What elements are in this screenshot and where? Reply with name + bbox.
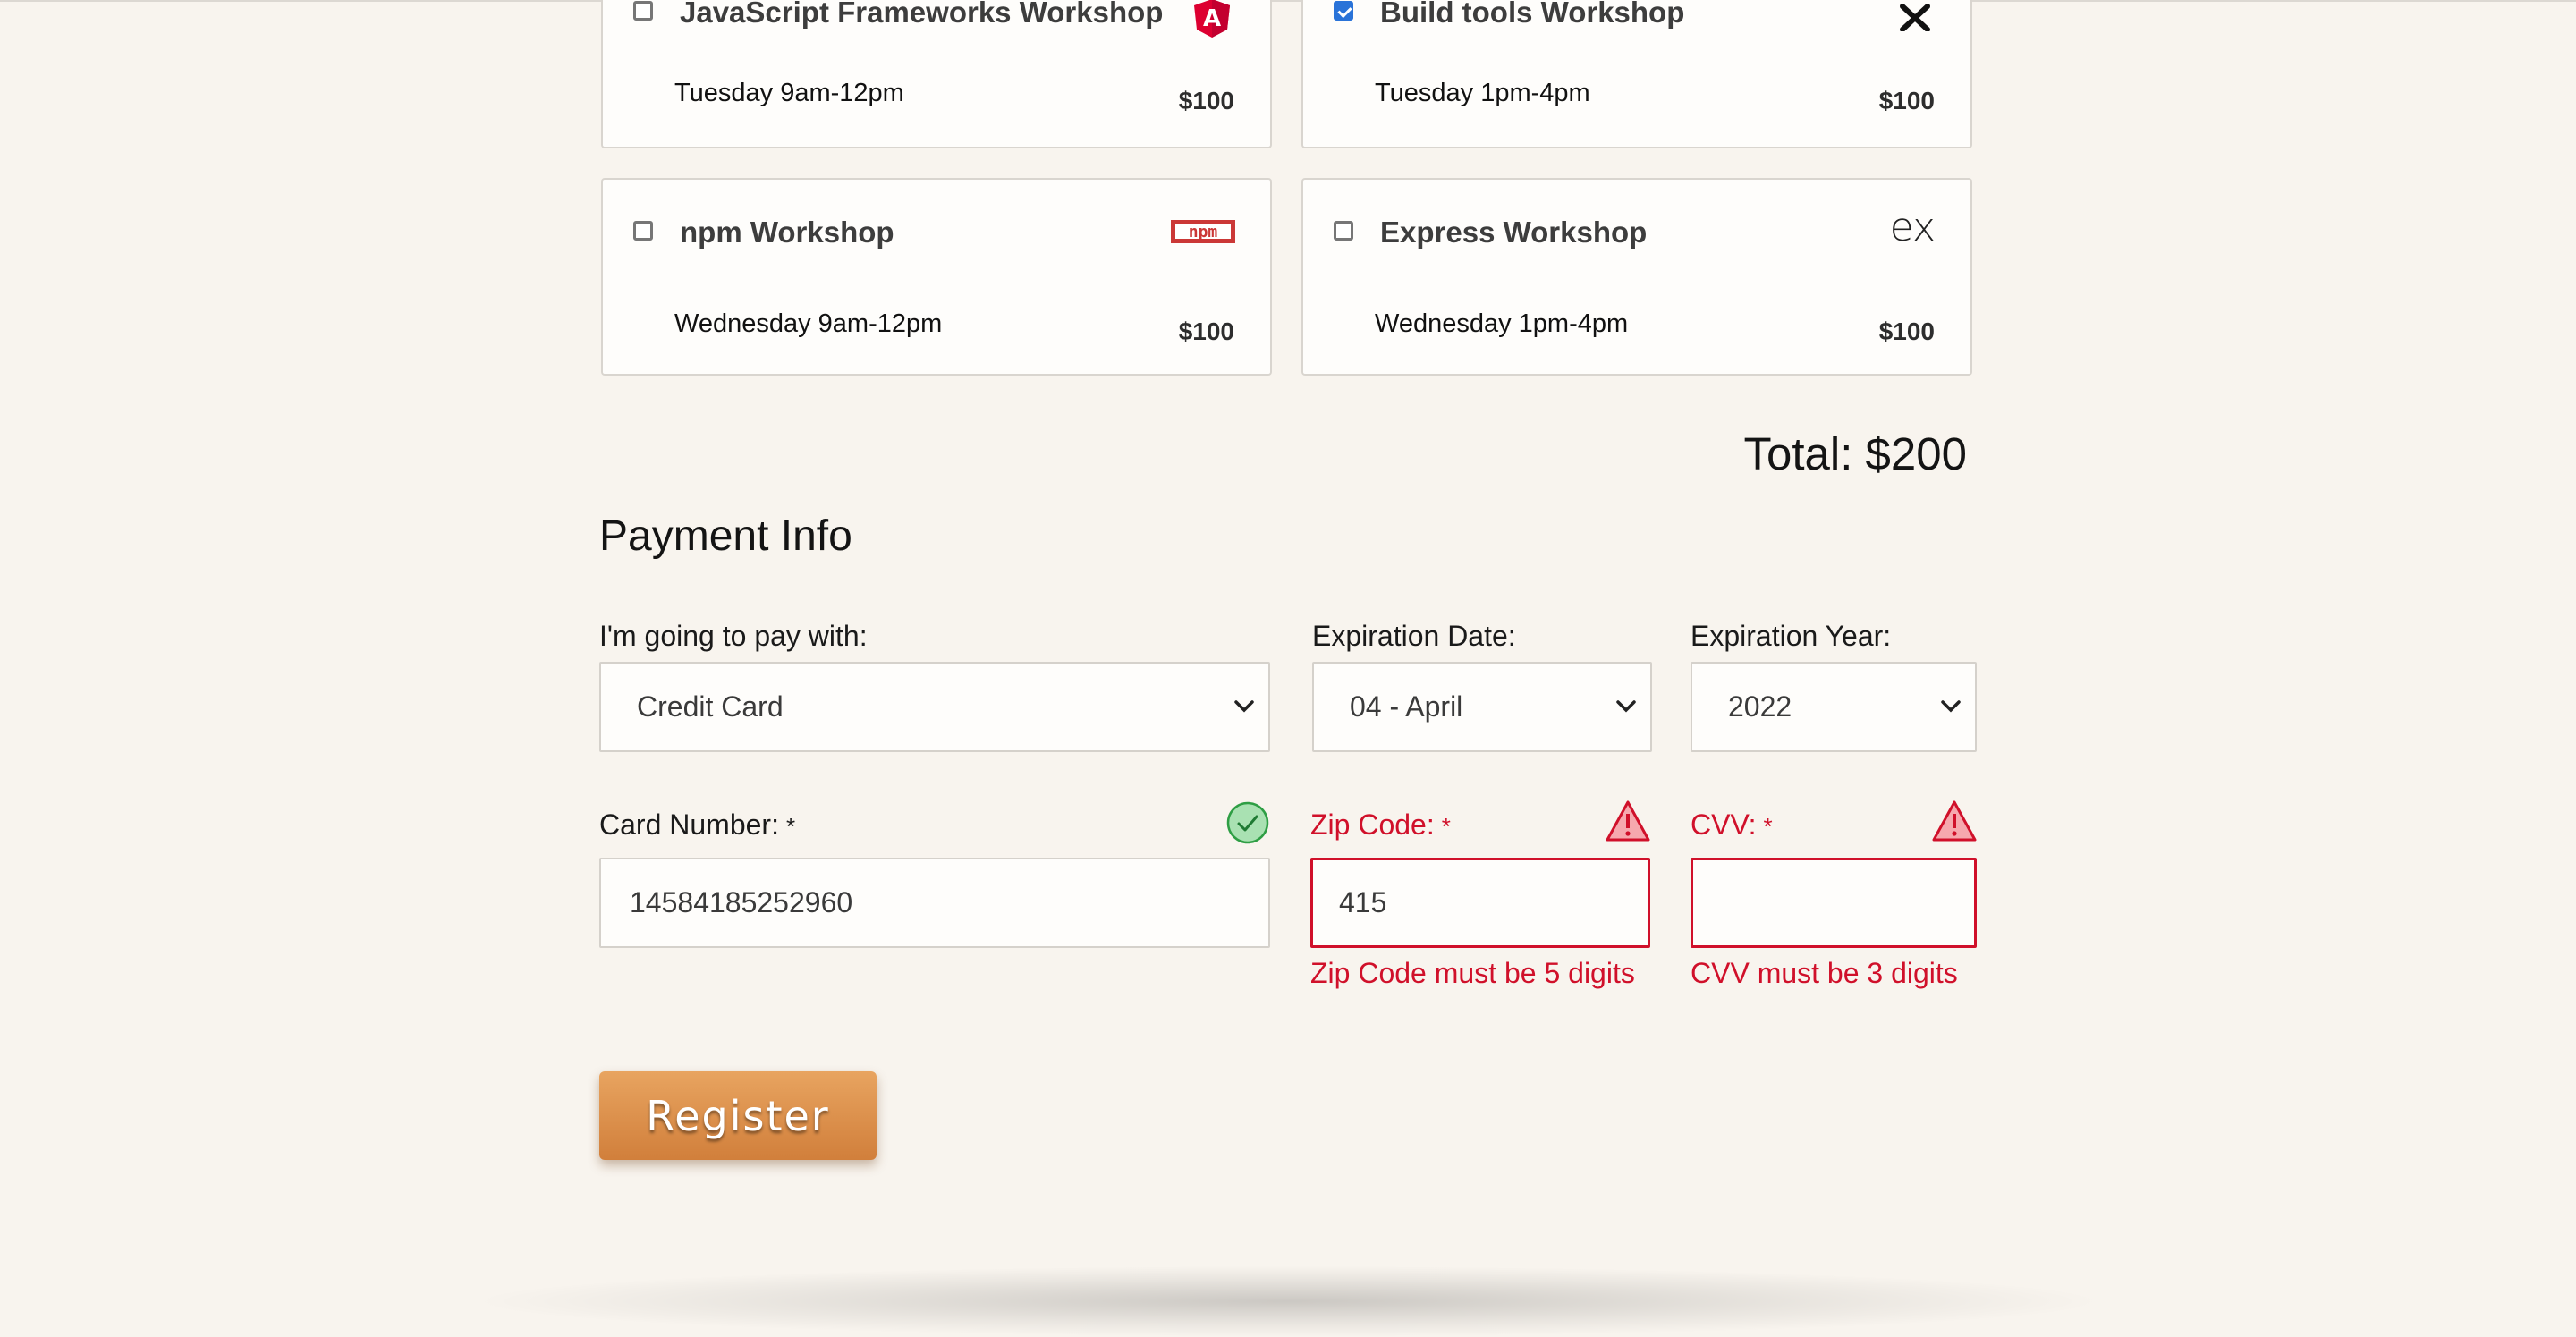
required-mark: * bbox=[1763, 813, 1773, 840]
zip-code-error: Zip Code must be 5 digits bbox=[1310, 957, 1635, 989]
angular-logo-icon: A bbox=[1191, 0, 1233, 43]
zip-code-input[interactable] bbox=[1310, 858, 1650, 948]
exp-year-select[interactable]: 2022 bbox=[1690, 662, 1977, 752]
chevron-down-icon bbox=[1939, 698, 1962, 720]
register-button[interactable]: Register bbox=[599, 1071, 877, 1160]
exp-month-select[interactable]: 04 - April bbox=[1312, 662, 1652, 752]
required-mark: * bbox=[1441, 813, 1451, 840]
payment-method-select[interactable]: Credit Card bbox=[599, 662, 1270, 752]
exp-date-label: Expiration Date: bbox=[1312, 620, 1516, 652]
activity-price: $100 bbox=[1178, 87, 1234, 114]
chevron-down-icon bbox=[1233, 698, 1256, 720]
exp-year-value: 2022 bbox=[1728, 690, 1792, 723]
activity-name: JavaScript Frameworks Workshop bbox=[680, 0, 1164, 29]
cvv-label-text: CVV: bbox=[1690, 808, 1757, 841]
activity-checkbox[interactable] bbox=[1334, 1, 1353, 21]
close-x-logo-icon bbox=[1897, 4, 1933, 36]
npm-logo-icon: npm bbox=[1170, 219, 1236, 250]
svg-text:A: A bbox=[1203, 5, 1221, 32]
activity-time: Tuesday 1pm-4pm bbox=[1375, 79, 1590, 107]
activity-price: $100 bbox=[1878, 87, 1935, 114]
required-mark: * bbox=[785, 813, 796, 840]
card-number-label: Card Number: * bbox=[599, 808, 795, 842]
footer-shadow bbox=[465, 1265, 2111, 1337]
chevron-down-icon bbox=[1614, 698, 1638, 720]
total-cost: Total: $200 bbox=[1743, 428, 1967, 479]
activity-card-npm[interactable]: npm Workshop npm Wednesday 9am-12pm $100 bbox=[601, 178, 1272, 376]
zip-code-label-text: Zip Code: bbox=[1310, 808, 1435, 841]
activity-name: npm Workshop bbox=[680, 216, 894, 249]
activity-name: Express Workshop bbox=[1380, 216, 1648, 249]
payment-method-value: Credit Card bbox=[637, 690, 784, 723]
activity-time: Wednesday 1pm-4pm bbox=[1375, 309, 1629, 338]
cvv-error: CVV must be 3 digits bbox=[1690, 957, 1958, 989]
activity-checkbox[interactable] bbox=[633, 1, 653, 21]
activity-name: Build tools Workshop bbox=[1380, 0, 1685, 29]
registration-form: JavaScript Frameworks Workshop A Tuesday… bbox=[0, 0, 2576, 1337]
activity-card-express[interactable]: Express Workshop ex Wednesday 1pm-4pm $1… bbox=[1301, 178, 1972, 376]
activity-checkbox[interactable] bbox=[633, 221, 653, 241]
activity-time: Wednesday 9am-12pm bbox=[674, 309, 943, 338]
cvv-input[interactable] bbox=[1690, 858, 1977, 948]
express-logo-icon: ex bbox=[1889, 205, 1936, 250]
activity-price: $100 bbox=[1178, 317, 1234, 345]
exp-month-value: 04 - April bbox=[1350, 690, 1463, 723]
activity-card-build-tools[interactable]: Build tools Workshop Tuesday 1pm-4pm $10… bbox=[1301, 0, 1972, 148]
exp-year-label: Expiration Year: bbox=[1690, 620, 1892, 652]
npm-logo-text: npm bbox=[1189, 223, 1218, 241]
pay-with-label: I'm going to pay with: bbox=[599, 620, 868, 652]
card-number-label-text: Card Number: bbox=[599, 808, 779, 841]
payment-info-title: Payment Info bbox=[599, 512, 852, 560]
zip-code-label: Zip Code: * bbox=[1310, 808, 1451, 842]
activity-time: Tuesday 9am-12pm bbox=[674, 79, 904, 107]
warning-icon bbox=[1605, 799, 1651, 848]
warning-icon bbox=[1931, 799, 1978, 848]
activity-price: $100 bbox=[1878, 317, 1935, 345]
activity-card-js-frameworks[interactable]: JavaScript Frameworks Workshop A Tuesday… bbox=[601, 0, 1272, 148]
activity-checkbox[interactable] bbox=[1334, 221, 1353, 241]
cvv-label: CVV: * bbox=[1690, 808, 1773, 842]
card-number-input[interactable] bbox=[599, 858, 1270, 948]
valid-check-icon bbox=[1226, 801, 1269, 849]
